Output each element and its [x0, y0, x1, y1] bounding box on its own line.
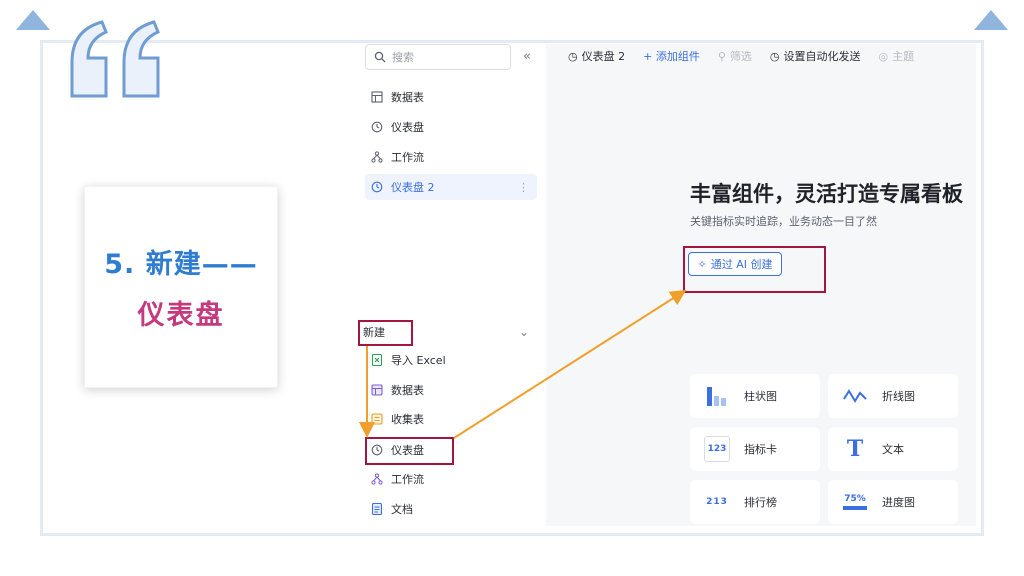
search-placeholder: 搜索 [392, 51, 414, 64]
add-component-button[interactable]: + 添加组件 [643, 48, 700, 64]
dashboard-icon [371, 444, 383, 456]
form-icon [371, 413, 383, 425]
filter-button[interactable]: ⚲ 筛选 [718, 48, 752, 64]
bar-chart-icon [704, 383, 730, 409]
search-icon [374, 51, 386, 63]
main-canvas: ◷ 仪表盘 2 + 添加组件 ⚲ 筛选 ◷ 设置自动化发送 ◎ 主题 丰富组件，… [546, 44, 976, 526]
quote-mark-icon [70, 20, 160, 98]
filter-icon: ⚲ [717, 49, 726, 63]
clock-icon: ◷ [769, 49, 780, 63]
title-card: 5. 新建—— 仪表盘 [84, 186, 278, 388]
component-label: 折线图 [882, 390, 915, 403]
workflow-icon [371, 151, 383, 163]
component-progress[interactable]: 75% 进度图 [828, 480, 958, 524]
new-item-label: 文档 [391, 503, 413, 516]
sidebar-item-label: 仪表盘 [391, 121, 424, 134]
auto-send-button[interactable]: ◷ 设置自动化发送 [770, 48, 861, 64]
slide: 5. 新建—— 仪表盘 搜索 « 数据表 仪表盘 工作流 仪表盘 2 ⋮ 新建 … [0, 0, 1024, 576]
corner-triangle-left [16, 10, 50, 30]
progress-bar [843, 506, 867, 510]
dashboard-icon: ◷ [568, 49, 578, 63]
sidebar-item-label: 仪表盘 2 [391, 181, 435, 194]
text-icon: T [846, 436, 864, 462]
chevron-down-icon[interactable]: ⌄ [519, 325, 529, 339]
create-with-ai-button[interactable]: ✧ 通过 AI 创建 [688, 252, 782, 276]
corner-triangle-right [974, 10, 1008, 30]
theme-button[interactable]: ◎ 主题 [879, 48, 915, 64]
sidebar-item-dashboard-2[interactable]: 仪表盘 2 ⋮ [365, 174, 537, 200]
new-item-doc[interactable]: 文档 [371, 496, 413, 522]
component-label: 文本 [882, 443, 904, 456]
component-label: 指标卡 [744, 443, 777, 456]
component-label: 柱状图 [744, 390, 777, 403]
progress-icon: 75% [842, 489, 868, 515]
new-item-label: 数据表 [391, 384, 424, 397]
metric-card-icon: 123 [704, 436, 730, 462]
app-screenshot: 搜索 « 数据表 仪表盘 工作流 仪表盘 2 ⋮ 新建 ⌄ 导入 Excel 数… [351, 44, 976, 526]
new-item-label: 收集表 [391, 413, 424, 426]
hero-title: 丰富组件，灵活打造专属看板 [690, 182, 963, 206]
component-ranking[interactable]: 213 排行榜 [690, 480, 820, 524]
excel-icon [371, 354, 383, 366]
sidebar-item-workflow[interactable]: 工作流 [365, 144, 537, 170]
new-item-label: 工作流 [391, 473, 424, 486]
component-line-chart[interactable]: 折线图 [828, 374, 958, 418]
component-text[interactable]: T 文本 [828, 427, 958, 471]
dashboard-icon [371, 181, 383, 193]
hero-subtitle: 关键指标实时追踪，业务动态一目了然 [690, 215, 877, 228]
new-menu-label: 新建 [363, 326, 385, 339]
sparkle-icon: ✧ [697, 257, 707, 271]
component-bar-chart[interactable]: 柱状图 [690, 374, 820, 418]
theme-icon: ◎ [878, 49, 889, 63]
line-chart-icon [842, 383, 868, 409]
new-item-import-excel[interactable]: 导入 Excel [371, 347, 446, 373]
new-item-label: 导入 Excel [391, 354, 446, 367]
dashboard-icon [371, 121, 383, 133]
dashboard-title-tab[interactable]: ◷ 仪表盘 2 [568, 48, 625, 64]
sidebar: 搜索 « 数据表 仪表盘 工作流 仪表盘 2 ⋮ 新建 ⌄ 导入 Excel 数… [351, 44, 546, 526]
table-icon [371, 91, 383, 103]
table-icon [371, 384, 383, 396]
component-metric-card[interactable]: 123 指标卡 [690, 427, 820, 471]
more-vertical-icon[interactable]: ⋮ [518, 181, 529, 194]
component-label: 进度图 [882, 496, 915, 509]
slide-title-line1: 5. 新建—— [104, 249, 258, 280]
doc-icon [371, 503, 383, 515]
sidebar-item-label: 数据表 [391, 91, 424, 104]
component-label: 排行榜 [744, 496, 777, 509]
new-item-dashboard[interactable]: 仪表盘 [371, 437, 424, 463]
new-item-table[interactable]: 数据表 [371, 377, 424, 403]
search-input[interactable]: 搜索 [365, 44, 511, 70]
new-item-label: 仪表盘 [391, 444, 424, 457]
sidebar-item-dashboard[interactable]: 仪表盘 [365, 114, 537, 140]
sidebar-item-label: 工作流 [391, 151, 424, 164]
ranking-icon: 213 [706, 497, 728, 507]
double-chevron-left-icon[interactable]: « [523, 49, 531, 64]
sidebar-item-table[interactable]: 数据表 [365, 84, 537, 110]
slide-title-line2: 仪表盘 [137, 300, 225, 331]
new-item-form[interactable]: 收集表 [371, 406, 424, 432]
toolbar: ◷ 仪表盘 2 + 添加组件 ⚲ 筛选 ◷ 设置自动化发送 ◎ 主题 [546, 44, 976, 68]
new-menu-header[interactable]: 新建 ⌄ [359, 320, 529, 344]
new-item-workflow[interactable]: 工作流 [371, 466, 424, 492]
workflow-icon [371, 473, 383, 485]
